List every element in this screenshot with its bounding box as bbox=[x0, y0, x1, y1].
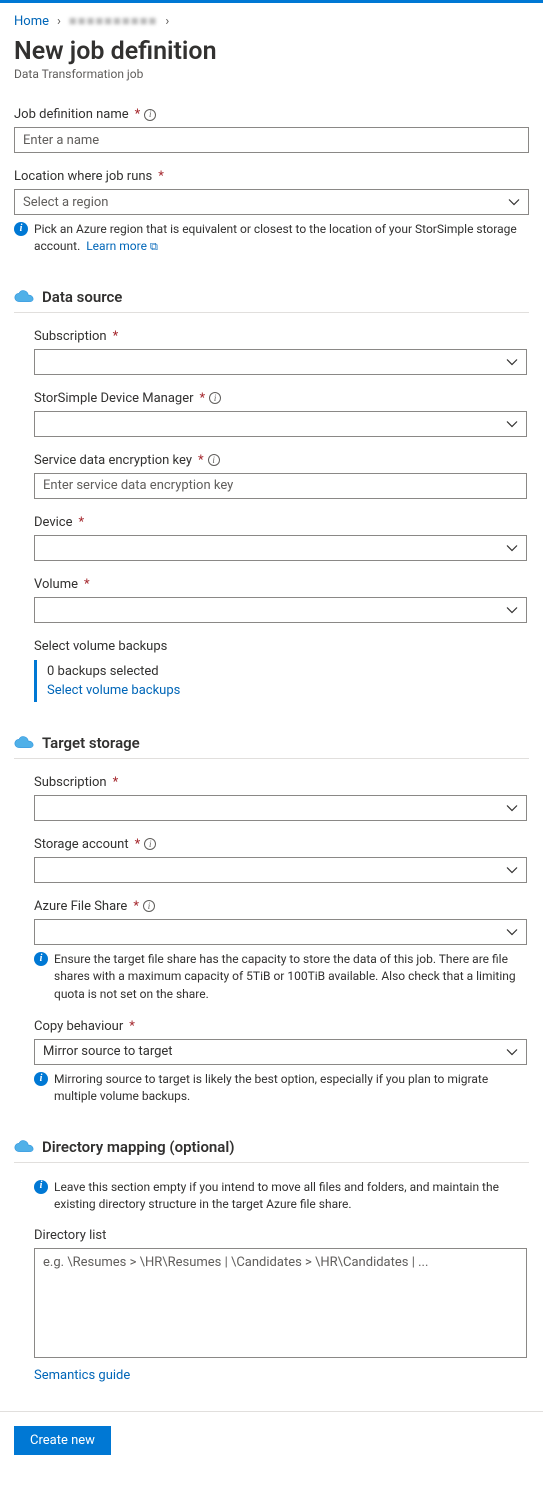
encryption-key-input[interactable] bbox=[34, 473, 527, 499]
volume-select[interactable] bbox=[34, 597, 527, 623]
chevron-down-icon bbox=[506, 542, 518, 554]
chevron-down-icon bbox=[506, 864, 518, 876]
label-device: Device* bbox=[34, 515, 527, 530]
label-volume-backups: Select volume backups bbox=[34, 639, 527, 654]
info-icon[interactable]: i bbox=[143, 900, 155, 912]
ds-subscription-select[interactable] bbox=[34, 349, 527, 375]
page-title: New job definition bbox=[14, 37, 529, 66]
info-icon[interactable]: i bbox=[144, 109, 156, 121]
file-share-help: Ensure the target file share has the cap… bbox=[54, 951, 527, 1003]
info-icon: i bbox=[14, 222, 28, 236]
file-share-select[interactable] bbox=[34, 919, 527, 945]
label-job-name: Job definition name* i bbox=[14, 107, 529, 122]
location-placeholder: Select a region bbox=[23, 195, 108, 210]
cloud-icon bbox=[14, 736, 34, 750]
label-directory-list: Directory list bbox=[34, 1228, 527, 1243]
ts-subscription-select[interactable] bbox=[34, 795, 527, 821]
info-icon[interactable]: i bbox=[208, 454, 220, 466]
label-storage-account: Storage account* i bbox=[34, 837, 527, 852]
chevron-down-icon bbox=[506, 418, 518, 430]
copy-behaviour-help: Mirroring source to target is likely the… bbox=[54, 1071, 527, 1106]
directory-mapping-help: Leave this section empty if you intend t… bbox=[54, 1179, 527, 1214]
section-header-directory-mapping: Directory mapping (optional) bbox=[14, 1138, 529, 1163]
label-device-manager: StorSimple Device Manager* i bbox=[34, 391, 527, 406]
breadcrumb-home[interactable]: Home bbox=[14, 14, 49, 29]
info-icon: i bbox=[34, 1180, 48, 1194]
location-select[interactable]: Select a region bbox=[14, 189, 529, 215]
backup-block: 0 backups selected Select volume backups bbox=[34, 660, 527, 702]
cloud-icon bbox=[14, 290, 34, 304]
chevron-down-icon bbox=[508, 196, 520, 208]
chevron-down-icon bbox=[506, 604, 518, 616]
info-icon: i bbox=[34, 952, 48, 966]
device-select[interactable] bbox=[34, 535, 527, 561]
info-icon[interactable]: i bbox=[209, 392, 221, 404]
learn-more-link[interactable]: Learn more⧉ bbox=[86, 239, 158, 253]
select-backups-link[interactable]: Select volume backups bbox=[47, 683, 180, 698]
section-header-target-storage: Target storage bbox=[14, 734, 529, 759]
chevron-right-icon: › bbox=[165, 14, 169, 29]
section-header-data-source: Data source bbox=[14, 288, 529, 313]
label-location: Location where job runs* bbox=[14, 169, 529, 184]
chevron-right-icon: › bbox=[57, 14, 61, 29]
breadcrumb-resource[interactable]: ■■■■■■■■■■ bbox=[69, 13, 158, 29]
info-icon[interactable]: i bbox=[144, 838, 156, 850]
semantics-guide-link[interactable]: Semantics guide bbox=[34, 1368, 130, 1383]
job-name-input[interactable] bbox=[14, 127, 529, 153]
label-copy-behaviour: Copy behaviour* bbox=[34, 1019, 527, 1034]
copy-behaviour-value: Mirror source to target bbox=[43, 1044, 173, 1059]
cloud-icon bbox=[14, 1140, 34, 1154]
label-ts-subscription: Subscription* bbox=[34, 775, 527, 790]
directory-list-textarea[interactable] bbox=[34, 1248, 527, 1358]
backups-status: 0 backups selected bbox=[47, 664, 527, 679]
create-new-button[interactable]: Create new bbox=[14, 1426, 111, 1455]
page-subtitle: Data Transformation job bbox=[14, 67, 529, 81]
copy-behaviour-select[interactable]: Mirror source to target bbox=[34, 1039, 527, 1065]
device-manager-select[interactable] bbox=[34, 411, 527, 437]
label-encryption-key: Service data encryption key* i bbox=[34, 453, 527, 468]
label-ds-subscription: Subscription* bbox=[34, 329, 527, 344]
chevron-down-icon bbox=[506, 802, 518, 814]
external-link-icon: ⧉ bbox=[150, 240, 158, 253]
chevron-down-icon bbox=[506, 926, 518, 938]
info-icon: i bbox=[34, 1072, 48, 1086]
breadcrumb: Home › ■■■■■■■■■■ › bbox=[14, 13, 529, 29]
label-file-share: Azure File Share* i bbox=[34, 899, 527, 914]
storage-account-select[interactable] bbox=[34, 857, 527, 883]
chevron-down-icon bbox=[506, 356, 518, 368]
chevron-down-icon bbox=[506, 1046, 518, 1058]
label-volume: Volume* bbox=[34, 577, 527, 592]
location-help-text: Pick an Azure region that is equivalent … bbox=[34, 221, 529, 256]
